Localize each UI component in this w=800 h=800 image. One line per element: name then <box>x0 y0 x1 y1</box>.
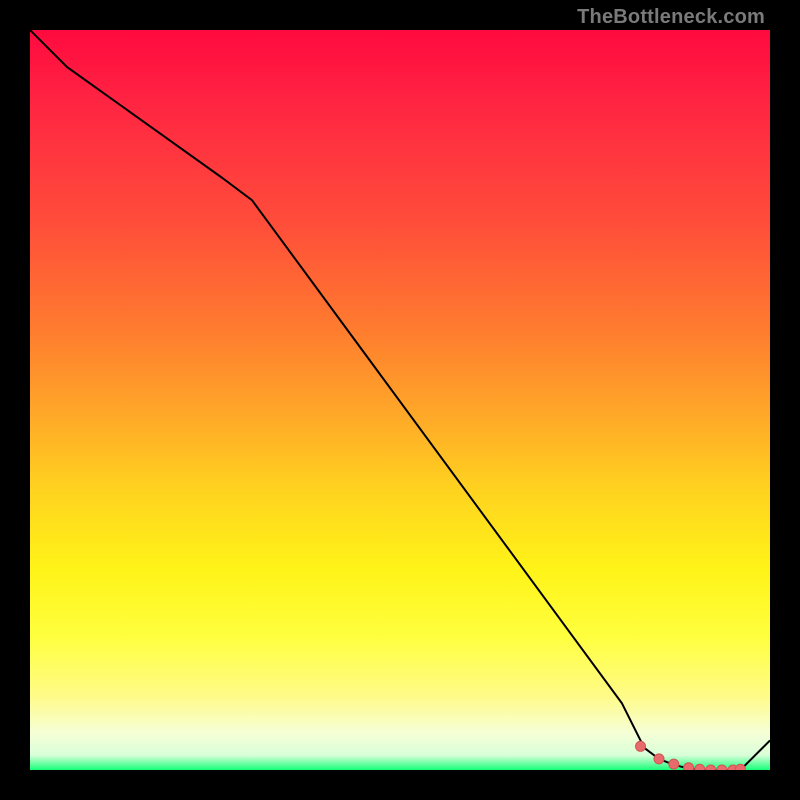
marker-dot <box>654 754 664 764</box>
chart-stage: TheBottleneck.com <box>0 0 800 800</box>
watermark-text: TheBottleneck.com <box>577 6 765 29</box>
marker-dot <box>684 763 694 770</box>
bottleneck-curve-line <box>30 30 770 770</box>
marker-dot <box>669 759 679 769</box>
marker-dots-group <box>636 741 746 770</box>
marker-dot <box>735 764 745 770</box>
marker-dot <box>717 765 727 770</box>
marker-dot <box>695 764 705 770</box>
plot-area <box>30 30 770 770</box>
marker-dot <box>706 765 716 770</box>
marker-dot <box>636 741 646 751</box>
chart-overlay <box>30 30 770 770</box>
